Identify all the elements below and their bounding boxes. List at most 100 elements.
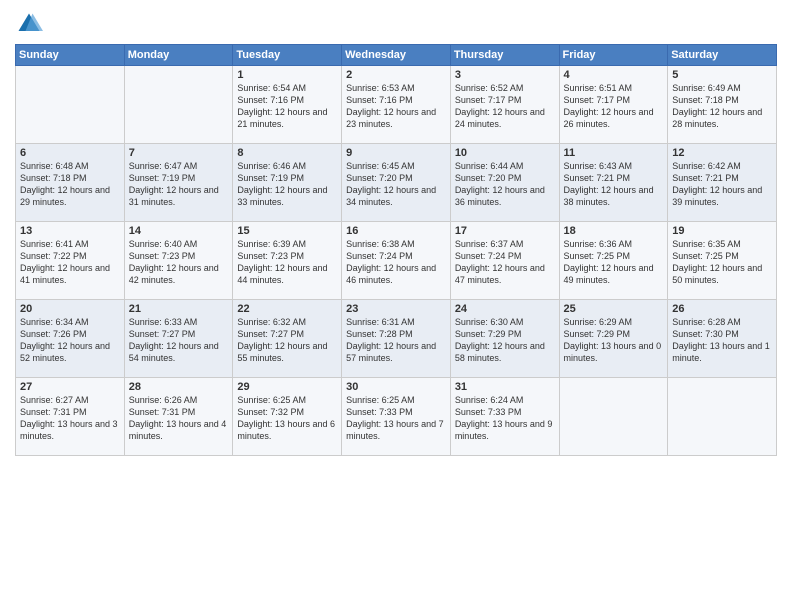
day-number: 26 xyxy=(672,303,772,315)
cell-info: Sunrise: 6:37 AMSunset: 7:24 PMDaylight:… xyxy=(455,238,555,287)
calendar-cell xyxy=(124,66,233,144)
day-number: 7 xyxy=(129,147,229,159)
day-number: 27 xyxy=(20,381,120,393)
cell-info: Sunrise: 6:28 AMSunset: 7:30 PMDaylight:… xyxy=(672,316,772,365)
day-number: 23 xyxy=(346,303,446,315)
calendar-cell: 7 Sunrise: 6:47 AMSunset: 7:19 PMDayligh… xyxy=(124,144,233,222)
day-number: 18 xyxy=(564,225,664,237)
calendar-cell: 13 Sunrise: 6:41 AMSunset: 7:22 PMDaylig… xyxy=(16,222,125,300)
day-number: 4 xyxy=(564,69,664,81)
day-number: 8 xyxy=(237,147,337,159)
day-number: 22 xyxy=(237,303,337,315)
calendar-cell: 22 Sunrise: 6:32 AMSunset: 7:27 PMDaylig… xyxy=(233,300,342,378)
calendar-cell: 4 Sunrise: 6:51 AMSunset: 7:17 PMDayligh… xyxy=(559,66,668,144)
cell-info: Sunrise: 6:46 AMSunset: 7:19 PMDaylight:… xyxy=(237,160,337,209)
day-number: 15 xyxy=(237,225,337,237)
day-header: Wednesday xyxy=(342,45,451,66)
day-number: 21 xyxy=(129,303,229,315)
day-number: 30 xyxy=(346,381,446,393)
calendar-cell: 23 Sunrise: 6:31 AMSunset: 7:28 PMDaylig… xyxy=(342,300,451,378)
cell-info: Sunrise: 6:32 AMSunset: 7:27 PMDaylight:… xyxy=(237,316,337,365)
day-number: 6 xyxy=(20,147,120,159)
day-number: 1 xyxy=(237,69,337,81)
cell-info: Sunrise: 6:44 AMSunset: 7:20 PMDaylight:… xyxy=(455,160,555,209)
calendar-week-row: 20 Sunrise: 6:34 AMSunset: 7:26 PMDaylig… xyxy=(16,300,777,378)
day-number: 17 xyxy=(455,225,555,237)
cell-info: Sunrise: 6:35 AMSunset: 7:25 PMDaylight:… xyxy=(672,238,772,287)
cell-info: Sunrise: 6:42 AMSunset: 7:21 PMDaylight:… xyxy=(672,160,772,209)
cell-info: Sunrise: 6:48 AMSunset: 7:18 PMDaylight:… xyxy=(20,160,120,209)
cell-info: Sunrise: 6:33 AMSunset: 7:27 PMDaylight:… xyxy=(129,316,229,365)
cell-info: Sunrise: 6:41 AMSunset: 7:22 PMDaylight:… xyxy=(20,238,120,287)
calendar-cell: 9 Sunrise: 6:45 AMSunset: 7:20 PMDayligh… xyxy=(342,144,451,222)
calendar-cell: 26 Sunrise: 6:28 AMSunset: 7:30 PMDaylig… xyxy=(668,300,777,378)
day-header: Monday xyxy=(124,45,233,66)
cell-info: Sunrise: 6:49 AMSunset: 7:18 PMDaylight:… xyxy=(672,82,772,131)
day-number: 16 xyxy=(346,225,446,237)
calendar-cell: 28 Sunrise: 6:26 AMSunset: 7:31 PMDaylig… xyxy=(124,378,233,456)
day-header: Sunday xyxy=(16,45,125,66)
calendar-week-row: 27 Sunrise: 6:27 AMSunset: 7:31 PMDaylig… xyxy=(16,378,777,456)
cell-info: Sunrise: 6:40 AMSunset: 7:23 PMDaylight:… xyxy=(129,238,229,287)
cell-info: Sunrise: 6:34 AMSunset: 7:26 PMDaylight:… xyxy=(20,316,120,365)
cell-info: Sunrise: 6:38 AMSunset: 7:24 PMDaylight:… xyxy=(346,238,446,287)
cell-info: Sunrise: 6:43 AMSunset: 7:21 PMDaylight:… xyxy=(564,160,664,209)
calendar-cell: 14 Sunrise: 6:40 AMSunset: 7:23 PMDaylig… xyxy=(124,222,233,300)
calendar-cell: 8 Sunrise: 6:46 AMSunset: 7:19 PMDayligh… xyxy=(233,144,342,222)
day-number: 19 xyxy=(672,225,772,237)
calendar-cell: 24 Sunrise: 6:30 AMSunset: 7:29 PMDaylig… xyxy=(450,300,559,378)
cell-info: Sunrise: 6:29 AMSunset: 7:29 PMDaylight:… xyxy=(564,316,664,365)
calendar-cell: 10 Sunrise: 6:44 AMSunset: 7:20 PMDaylig… xyxy=(450,144,559,222)
logo xyxy=(15,10,47,38)
day-header: Tuesday xyxy=(233,45,342,66)
day-header: Thursday xyxy=(450,45,559,66)
logo-icon xyxy=(15,10,43,38)
calendar-cell xyxy=(16,66,125,144)
day-number: 11 xyxy=(564,147,664,159)
cell-info: Sunrise: 6:39 AMSunset: 7:23 PMDaylight:… xyxy=(237,238,337,287)
day-header: Friday xyxy=(559,45,668,66)
page: SundayMondayTuesdayWednesdayThursdayFrid… xyxy=(0,0,792,612)
calendar-week-row: 1 Sunrise: 6:54 AMSunset: 7:16 PMDayligh… xyxy=(16,66,777,144)
cell-info: Sunrise: 6:30 AMSunset: 7:29 PMDaylight:… xyxy=(455,316,555,365)
calendar-cell: 19 Sunrise: 6:35 AMSunset: 7:25 PMDaylig… xyxy=(668,222,777,300)
day-number: 28 xyxy=(129,381,229,393)
day-number: 29 xyxy=(237,381,337,393)
cell-info: Sunrise: 6:54 AMSunset: 7:16 PMDaylight:… xyxy=(237,82,337,131)
calendar-cell: 2 Sunrise: 6:53 AMSunset: 7:16 PMDayligh… xyxy=(342,66,451,144)
day-number: 14 xyxy=(129,225,229,237)
calendar-cell: 31 Sunrise: 6:24 AMSunset: 7:33 PMDaylig… xyxy=(450,378,559,456)
cell-info: Sunrise: 6:51 AMSunset: 7:17 PMDaylight:… xyxy=(564,82,664,131)
day-number: 13 xyxy=(20,225,120,237)
day-number: 9 xyxy=(346,147,446,159)
calendar-cell: 30 Sunrise: 6:25 AMSunset: 7:33 PMDaylig… xyxy=(342,378,451,456)
cell-info: Sunrise: 6:27 AMSunset: 7:31 PMDaylight:… xyxy=(20,394,120,443)
day-number: 24 xyxy=(455,303,555,315)
day-number: 31 xyxy=(455,381,555,393)
header-row: SundayMondayTuesdayWednesdayThursdayFrid… xyxy=(16,45,777,66)
calendar-cell: 21 Sunrise: 6:33 AMSunset: 7:27 PMDaylig… xyxy=(124,300,233,378)
cell-info: Sunrise: 6:47 AMSunset: 7:19 PMDaylight:… xyxy=(129,160,229,209)
cell-info: Sunrise: 6:45 AMSunset: 7:20 PMDaylight:… xyxy=(346,160,446,209)
calendar-week-row: 6 Sunrise: 6:48 AMSunset: 7:18 PMDayligh… xyxy=(16,144,777,222)
calendar-cell: 6 Sunrise: 6:48 AMSunset: 7:18 PMDayligh… xyxy=(16,144,125,222)
calendar-cell: 29 Sunrise: 6:25 AMSunset: 7:32 PMDaylig… xyxy=(233,378,342,456)
calendar-cell xyxy=(559,378,668,456)
calendar-cell: 27 Sunrise: 6:27 AMSunset: 7:31 PMDaylig… xyxy=(16,378,125,456)
calendar-cell: 1 Sunrise: 6:54 AMSunset: 7:16 PMDayligh… xyxy=(233,66,342,144)
day-number: 5 xyxy=(672,69,772,81)
day-number: 3 xyxy=(455,69,555,81)
calendar-cell: 5 Sunrise: 6:49 AMSunset: 7:18 PMDayligh… xyxy=(668,66,777,144)
cell-info: Sunrise: 6:24 AMSunset: 7:33 PMDaylight:… xyxy=(455,394,555,443)
calendar-cell: 17 Sunrise: 6:37 AMSunset: 7:24 PMDaylig… xyxy=(450,222,559,300)
day-number: 25 xyxy=(564,303,664,315)
day-number: 20 xyxy=(20,303,120,315)
calendar-cell: 11 Sunrise: 6:43 AMSunset: 7:21 PMDaylig… xyxy=(559,144,668,222)
cell-info: Sunrise: 6:31 AMSunset: 7:28 PMDaylight:… xyxy=(346,316,446,365)
cell-info: Sunrise: 6:25 AMSunset: 7:32 PMDaylight:… xyxy=(237,394,337,443)
day-number: 12 xyxy=(672,147,772,159)
calendar-cell: 3 Sunrise: 6:52 AMSunset: 7:17 PMDayligh… xyxy=(450,66,559,144)
header xyxy=(15,10,777,38)
cell-info: Sunrise: 6:53 AMSunset: 7:16 PMDaylight:… xyxy=(346,82,446,131)
cell-info: Sunrise: 6:36 AMSunset: 7:25 PMDaylight:… xyxy=(564,238,664,287)
